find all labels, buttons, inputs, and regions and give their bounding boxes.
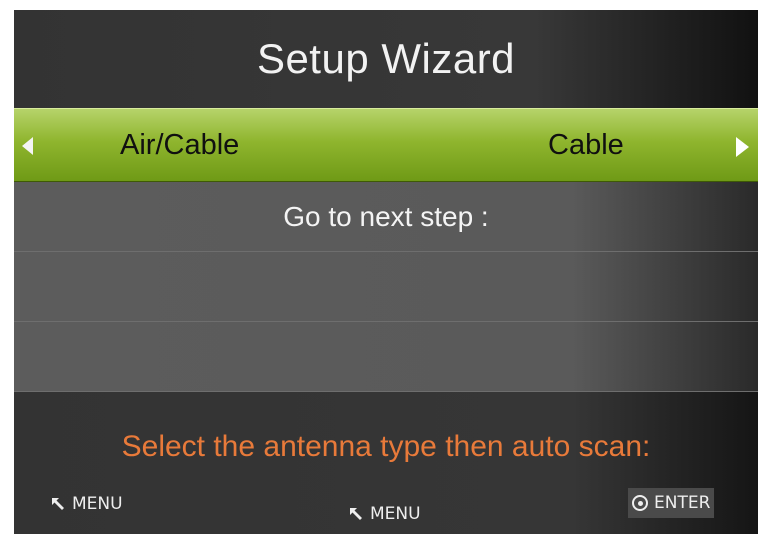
- tv-screen: Setup Wizard Air/Cable Cable Go to next …: [14, 10, 758, 534]
- menu-item-empty: [14, 252, 758, 322]
- back-arrow-icon: [350, 508, 362, 520]
- menu-item-empty: [14, 322, 758, 392]
- menu-item-air-cable[interactable]: Air/Cable Cable: [14, 108, 758, 182]
- enter-key-hint[interactable]: ENTER: [628, 488, 715, 518]
- menu-item-label: Air/Cable: [120, 128, 240, 161]
- menu-item-next-step[interactable]: Go to next step :: [14, 182, 758, 252]
- menu-key-hint[interactable]: MENU: [50, 494, 123, 514]
- menu-item-value: Cable: [548, 128, 624, 161]
- title-bar: Setup Wizard: [14, 10, 758, 108]
- footer: Select the antenna type then auto scan: …: [14, 392, 758, 534]
- page-title: Setup Wizard: [256, 35, 516, 82]
- menu-key-label: MENU: [72, 494, 123, 514]
- right-arrow-icon[interactable]: [736, 137, 749, 157]
- hint-text: Select the antenna type then auto scan:: [121, 430, 651, 463]
- next-step-label: Go to next step :: [283, 200, 489, 232]
- enter-icon: [632, 495, 648, 511]
- menu-key-label: MENU: [370, 504, 421, 524]
- enter-key-label: ENTER: [654, 493, 711, 513]
- back-arrow-icon: [52, 498, 64, 510]
- left-arrow-icon[interactable]: [22, 137, 33, 155]
- menu-key-hint[interactable]: MENU: [348, 504, 421, 524]
